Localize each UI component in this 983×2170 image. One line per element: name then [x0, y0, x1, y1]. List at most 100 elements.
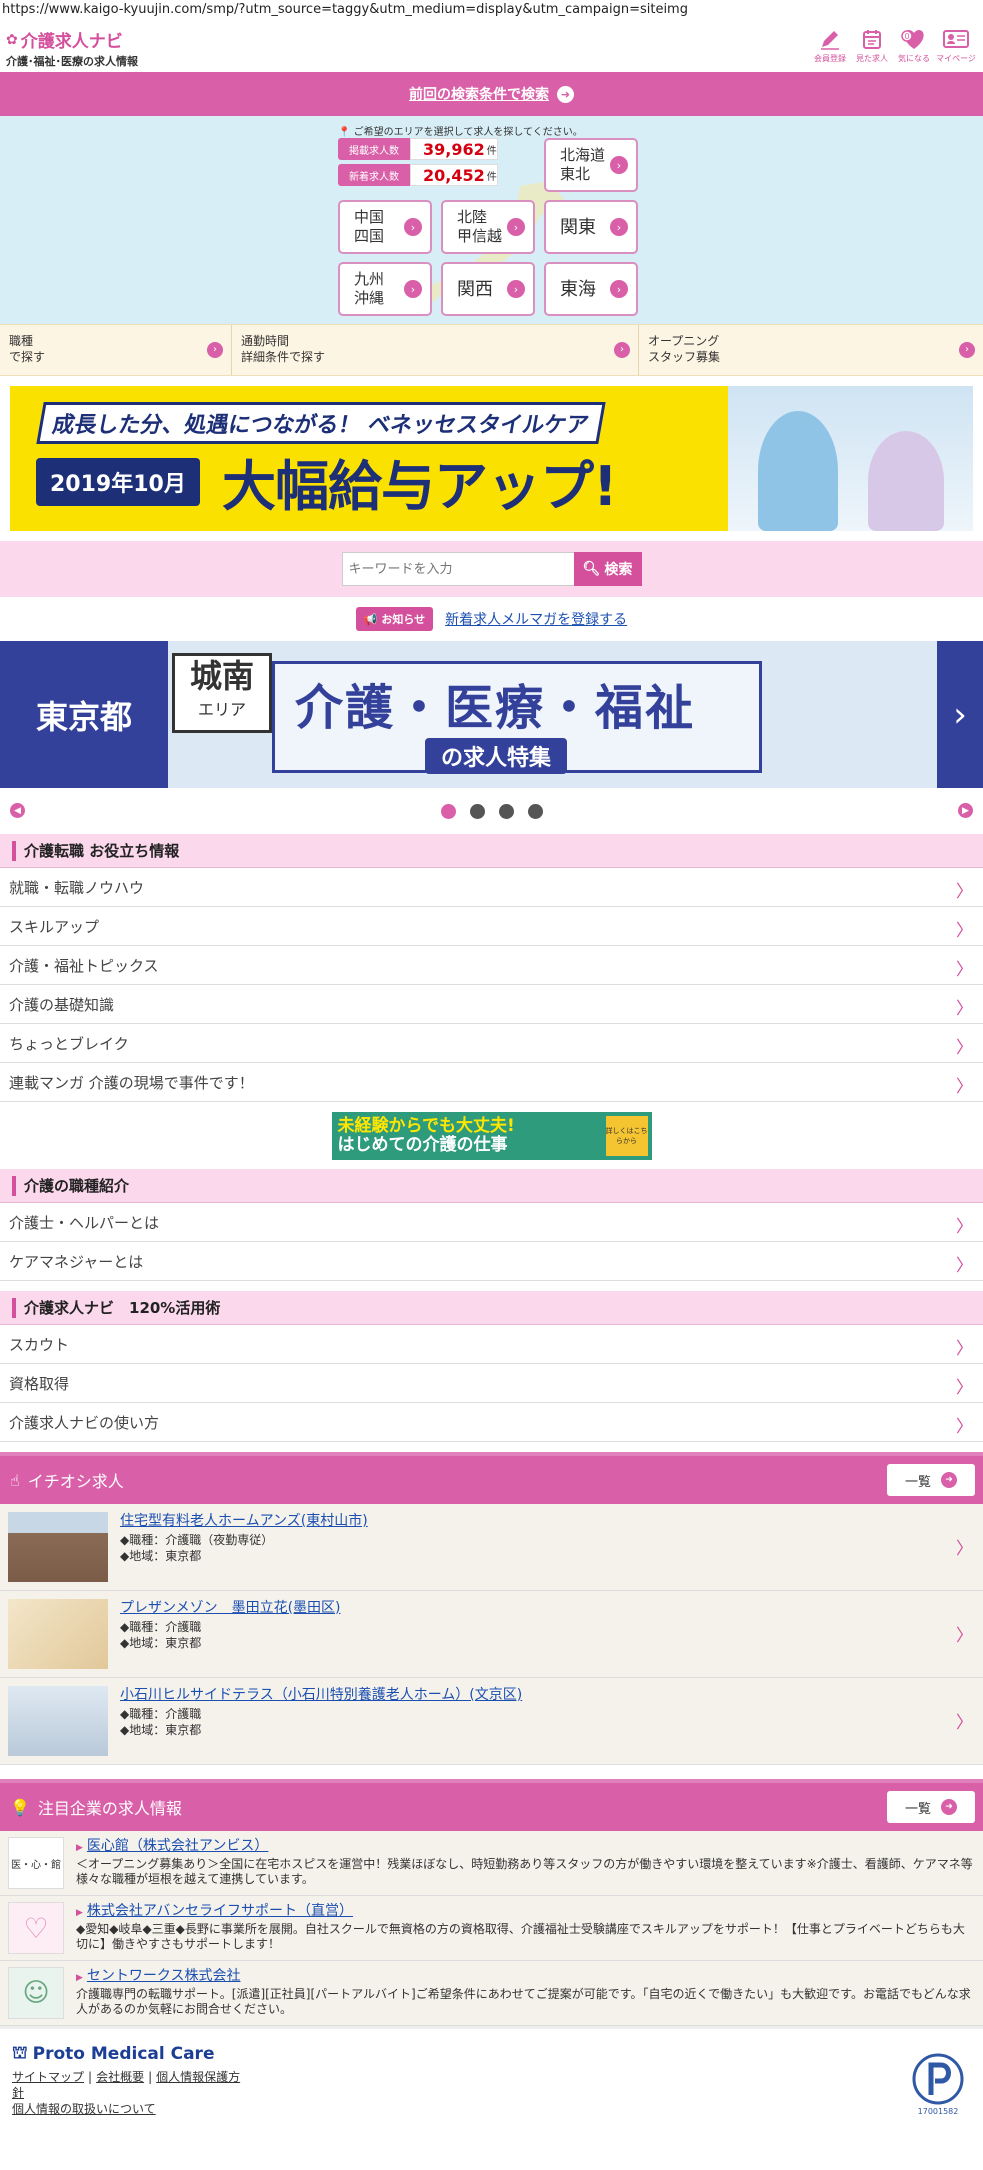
- list-item[interactable]: ちょっとブレイク 〉: [0, 1024, 983, 1063]
- posted-count: 掲載求人数 39,962 件: [338, 138, 498, 160]
- area-button-hokkaido-tohoku[interactable]: 北海道 東北 ›: [544, 138, 638, 192]
- chevron-right-icon: 〉: [956, 1713, 973, 1733]
- list-item-label: 介護求人ナビの使い方: [9, 1413, 160, 1432]
- posted-count-value: 39,962: [423, 139, 485, 159]
- chevron-right-icon: 〉: [956, 1626, 973, 1646]
- privacy-handling-link[interactable]: 個人情報の取扱いについて: [12, 2102, 156, 2116]
- tab-label: 職種 で探す: [9, 334, 46, 364]
- keyword-input[interactable]: [341, 552, 574, 586]
- area-button-chugoku-shikoku[interactable]: 中国 四国 ›: [338, 200, 432, 254]
- carousel-dot[interactable]: [469, 803, 485, 819]
- section-title: 介護の職種紹介: [0, 1169, 983, 1203]
- area-label: 関西: [457, 278, 493, 300]
- beginner-banner-wrap: 未経験からでも大丈夫! はじめての介護の仕事 詳しくはこちらから: [0, 1102, 983, 1169]
- footer-brand-label: Proto Medical Care: [32, 2044, 215, 2064]
- area-button-kyushu-okinawa[interactable]: 九州 沖縄 ›: [338, 262, 432, 316]
- company-item[interactable]: 医・心・館 医心館（株式会社アンビス） ＜オープニング募集あり＞全国に在宅ホスピ…: [0, 1831, 983, 1896]
- job-thumbnail: [8, 1599, 108, 1669]
- logo-subtitle: 介護･福祉･医療の求人情報: [6, 55, 138, 68]
- tab-label: 通勤時間 詳細条件で探す: [241, 334, 326, 364]
- chevron-right-icon: 〉: [956, 1539, 973, 1559]
- tab-opening-staff[interactable]: オープニング スタッフ募集 ›: [639, 325, 983, 375]
- beginner-banner[interactable]: 未経験からでも大丈夫! はじめての介護の仕事 詳しくはこちらから: [331, 1111, 652, 1160]
- company-desc: 介護職専門の転職サポート。[派遣][正社員][パートアルバイト]ご希望条件にあわ…: [76, 1987, 971, 2016]
- list-item[interactable]: 連載マンガ 介護の現場で事件です！ 〉: [0, 1063, 983, 1102]
- site-logo[interactable]: ✿ 介護求人ナビ 介護･福祉･医療の求人情報: [6, 27, 138, 69]
- benesse-banner[interactable]: 成長した分、処遇につながる！ ベネッセスタイルケア 2019年10月 大幅給与ア…: [10, 386, 973, 531]
- register-button[interactable]: 会員登録: [809, 26, 851, 64]
- company-item[interactable]: ♡ 株式会社アバンセライフサポート（直営） ◆愛知◆岐阜◆三重◆長野に事業所を展…: [0, 1896, 983, 1961]
- list-item[interactable]: 介護求人ナビの使い方 〉: [0, 1403, 983, 1442]
- carousel-dot[interactable]: [527, 803, 543, 819]
- chevron-right-icon: 〉: [956, 882, 973, 902]
- heart-icon: 0: [897, 26, 931, 52]
- sitemap-link[interactable]: サイトマップ: [12, 2070, 84, 2084]
- search-button-label: 検索: [604, 562, 633, 578]
- chevron-right-icon: 〉: [956, 1256, 973, 1276]
- area-button-hokuriku-koshinetsu[interactable]: 北陸 甲信越 ›: [441, 200, 535, 254]
- person-icon: ☺: [22, 1978, 50, 2008]
- proto-logo-icon: ⛫: [12, 2043, 28, 2063]
- separator: |: [148, 2070, 153, 2084]
- new-count-value: 20,452: [423, 165, 485, 185]
- calendar-icon: [855, 26, 889, 52]
- job-item[interactable]: 小石川ヒルサイドテラス（小石川特別養護老人ホーム）(文京区) ◆職種：介護職 ◆…: [0, 1678, 983, 1765]
- area-button-kanto[interactable]: 関東 ›: [544, 200, 638, 254]
- footer-brand[interactable]: ⛫ Proto Medical Care: [12, 2043, 971, 2065]
- featured-header: ☝ イチオシ求人 一覧 ➜: [0, 1452, 983, 1504]
- chevron-right-icon: 〉: [956, 1417, 973, 1437]
- list-item[interactable]: 介護の基礎知識 〉: [0, 985, 983, 1024]
- new-count-unit: 件: [486, 171, 497, 183]
- list-item[interactable]: 介護士・ヘルパーとは 〉: [0, 1203, 983, 1242]
- previous-search-button[interactable]: 前回の検索条件で検索 ➜: [0, 72, 983, 116]
- mypage-button[interactable]: マイページ: [935, 26, 977, 64]
- banner1-line3: 大幅給与アップ!: [222, 455, 618, 518]
- carousel-dot[interactable]: [440, 803, 456, 819]
- carousel-dot[interactable]: [498, 803, 514, 819]
- companies-more-button[interactable]: 一覧 ➜: [887, 1791, 975, 1823]
- search-button[interactable]: 🔍︎ 検索: [573, 552, 642, 586]
- tokyo-feature-banner[interactable]: 東京都 城南 エリア 介護・医療・福祉 の求人特集 ›: [0, 641, 983, 788]
- company-info-link[interactable]: 会社概要: [96, 2070, 144, 2084]
- companies-header: 💡 注目企業の求人情報 一覧 ➜: [0, 1779, 983, 1831]
- newsletter-link[interactable]: 新着求人メルマガを登録する: [445, 609, 627, 629]
- separator: |: [88, 2070, 93, 2084]
- carousel-next-icon[interactable]: ▶: [958, 803, 973, 818]
- section-job-types: 介護の職種紹介 介護士・ヘルパーとは〉 ケアマネジャーとは〉: [0, 1169, 983, 1281]
- job-area: ◆地域：東京都: [120, 1549, 202, 1563]
- list-item[interactable]: スカウト 〉: [0, 1325, 983, 1364]
- viewed-jobs-label: 見た求人: [856, 54, 888, 63]
- job-item[interactable]: プレザンメゾン 墨田立花(墨田区) ◆職種：介護職 ◆地域：東京都 〉: [0, 1591, 983, 1678]
- favorites-button[interactable]: 0 気になる: [893, 26, 935, 64]
- banner2-main: 介護・医療・福祉 の求人特集: [272, 661, 762, 774]
- list-item[interactable]: 資格取得 〉: [0, 1364, 983, 1403]
- list-item[interactable]: スキルアップ 〉: [0, 907, 983, 946]
- carousel-prev-icon[interactable]: ◀: [10, 803, 25, 818]
- featured-title: イチオシ求人: [27, 1472, 124, 1491]
- chevron-right-icon: 〉: [956, 1038, 973, 1058]
- job-item[interactable]: 住宅型有料老人ホームアンズ(東村山市) ◆職種：介護職（夜勤専従） ◆地域：東京…: [0, 1504, 983, 1591]
- list-item[interactable]: 介護・福祉トピックス 〉: [0, 946, 983, 985]
- tab-job-type[interactable]: 職種 で探す ›: [0, 325, 232, 375]
- notice-badge-label: お知らせ: [381, 613, 426, 626]
- pin-icon: 📍: [338, 127, 351, 138]
- tab-commute-detail[interactable]: 通勤時間 詳細条件で探す ›: [232, 325, 639, 375]
- chevron-right-icon[interactable]: ›: [937, 641, 983, 788]
- area-button-tokai[interactable]: 東海 ›: [544, 262, 638, 316]
- company-logo: ☺: [8, 1967, 64, 2019]
- featured-more-button[interactable]: 一覧 ➜: [887, 1464, 975, 1496]
- area-note: 📍 ご希望のエリアを選択して求人を探してください。: [338, 123, 583, 138]
- search-icon: 🔍︎: [582, 561, 601, 577]
- list-item-label: 介護・福祉トピックス: [9, 956, 159, 975]
- footer: ⛫ Proto Medical Care サイトマップ | 会社概要 | 個人情報保護方針…: [0, 2026, 983, 2144]
- list-item[interactable]: 就職・転職ノウハウ 〉: [0, 868, 983, 907]
- company-item[interactable]: ☺ セントワークス株式会社 介護職専門の転職サポート。[派遣][正社員][パート…: [0, 1961, 983, 2026]
- list-item[interactable]: ケアマネジャーとは 〉: [0, 1242, 983, 1281]
- arrow-right-icon: ›: [610, 280, 628, 298]
- privacy-number: 17001582: [918, 2107, 959, 2116]
- mid-banner-side: 詳しくはこちらから: [605, 1115, 648, 1156]
- new-count-label: 新着求人数: [338, 164, 410, 186]
- area-button-kansai[interactable]: 関西 ›: [441, 262, 535, 316]
- job-thumbnail: [8, 1686, 108, 1756]
- viewed-jobs-button[interactable]: 見た求人: [851, 26, 893, 64]
